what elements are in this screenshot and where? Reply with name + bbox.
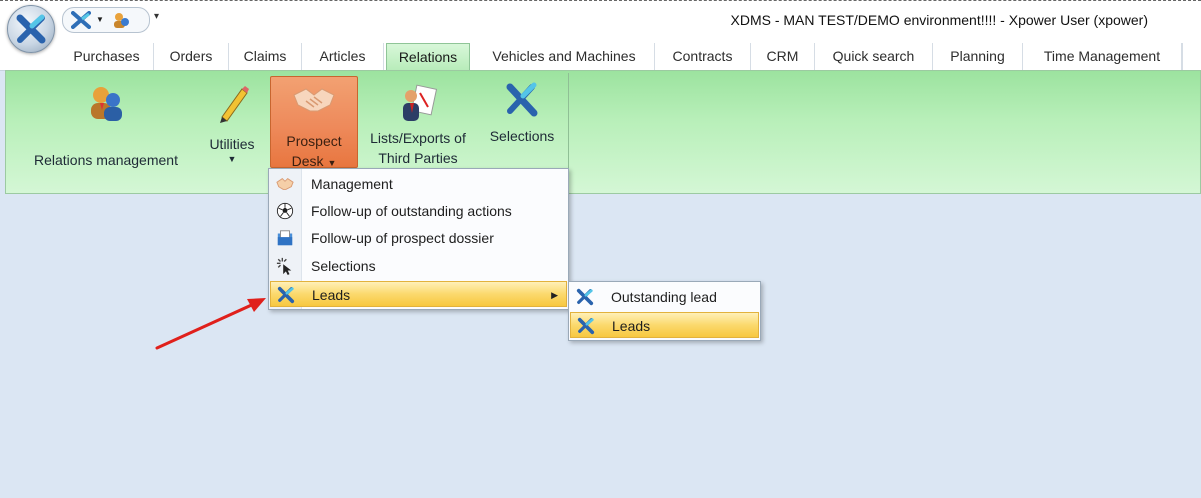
app-menu-button[interactable] [7, 5, 55, 53]
annotation-arrow-icon [155, 298, 266, 350]
xdms-logo-icon [16, 14, 46, 44]
